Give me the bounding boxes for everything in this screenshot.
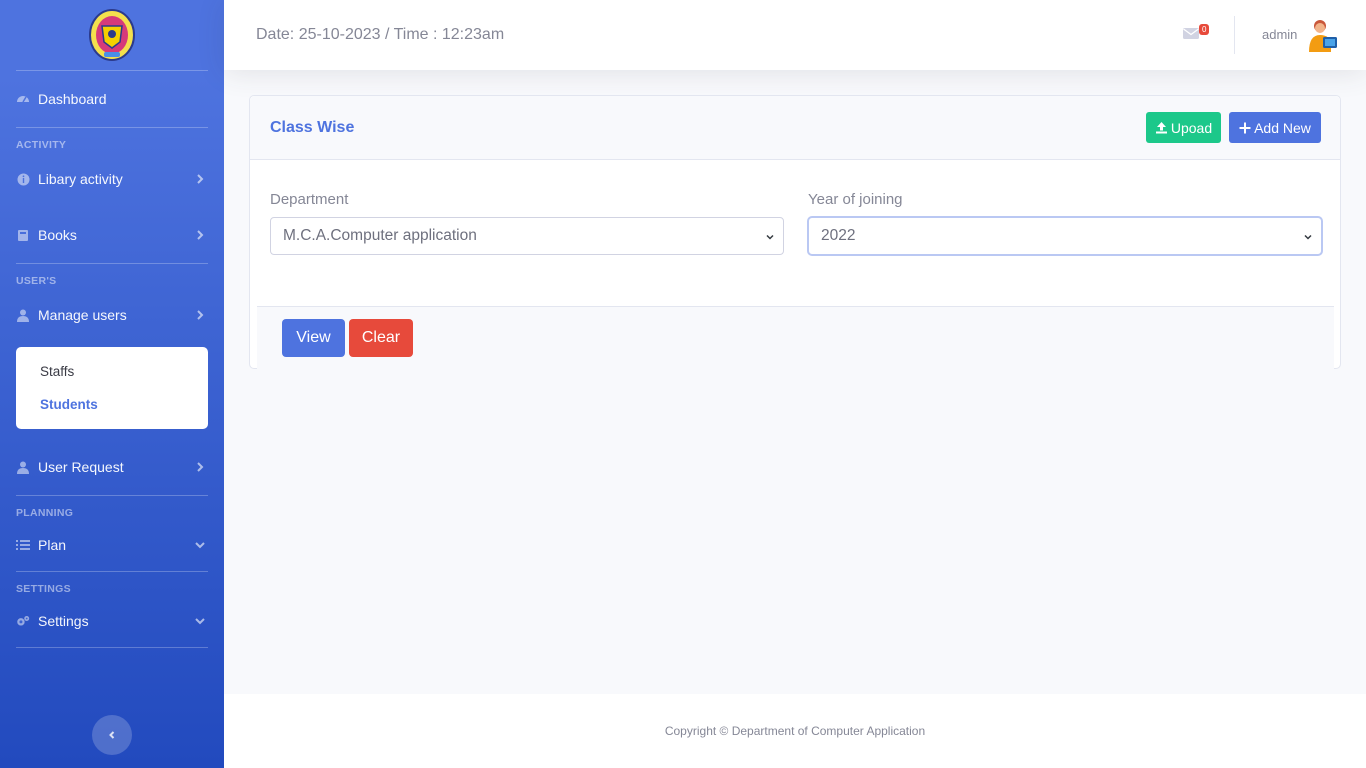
messages-count-badge: 0 xyxy=(1199,24,1210,35)
brand[interactable] xyxy=(0,0,224,70)
chevron-down-icon xyxy=(1304,234,1312,240)
sidebar-item-settings[interactable]: Settings xyxy=(0,595,224,647)
list-icon xyxy=(16,538,30,552)
user-icon xyxy=(16,460,30,474)
chevron-left-icon xyxy=(109,731,115,739)
messages-button[interactable]: 0 xyxy=(1183,24,1210,43)
sidebar-item-label: Plan xyxy=(38,537,67,553)
sidebar-divider xyxy=(16,647,208,648)
card-header: Class Wise Upoad Add New xyxy=(250,96,1340,160)
sidebar: Dashboard ACTIVITY Libary activity Books… xyxy=(0,0,224,768)
card-title: Class Wise xyxy=(270,118,355,136)
user-avatar[interactable] xyxy=(1306,18,1340,52)
submenu-item-staffs[interactable]: Staffs xyxy=(16,355,208,388)
upload-button[interactable]: Upoad xyxy=(1146,112,1221,143)
info-icon xyxy=(16,172,30,186)
view-button[interactable]: View xyxy=(282,319,345,357)
manage-users-submenu: Staffs Students xyxy=(16,347,208,429)
date-time-display: Date: 25-10-2023 / Time : 12:23am xyxy=(256,26,505,43)
upload-icon xyxy=(1155,121,1168,134)
copyright-text: Copyright © Department of Computer Appli… xyxy=(664,724,926,738)
sidebar-item-plan[interactable]: Plan xyxy=(0,519,224,571)
year-selected-value: 2022 xyxy=(821,227,856,244)
dashboard-icon xyxy=(16,92,30,106)
sidebar-item-user-request[interactable]: User Request xyxy=(0,439,224,495)
chevron-right-icon xyxy=(197,174,204,184)
department-label: Department xyxy=(270,191,349,208)
sidebar-item-books[interactable]: Books xyxy=(0,207,224,263)
sidebar-item-label: Settings xyxy=(38,613,89,629)
sidebar-heading-planning: PLANNING xyxy=(16,507,74,519)
year-of-joining-label: Year of joining xyxy=(808,191,903,208)
book-icon xyxy=(16,228,30,242)
sidebar-heading-users: USER'S xyxy=(16,275,57,287)
sidebar-toggle-button[interactable] xyxy=(92,715,132,755)
department-selected-value: M.C.A.Computer application xyxy=(283,227,477,244)
card-footer: View Clear xyxy=(257,306,1334,369)
sidebar-item-label: Dashboard xyxy=(38,91,107,107)
page-footer: Copyright © Department of Computer Appli… xyxy=(224,694,1366,768)
chevron-down-icon xyxy=(195,542,205,549)
sidebar-item-label: Manage users xyxy=(38,307,127,323)
user-icon xyxy=(16,308,30,322)
upload-button-label: Upoad xyxy=(1170,119,1213,136)
chevron-down-icon xyxy=(766,234,774,240)
department-field-group: Department M.C.A.Computer application xyxy=(270,191,784,255)
sidebar-item-manage-users[interactable]: Manage users xyxy=(0,287,224,343)
year-field-group: Year of joining 2022 xyxy=(808,191,1322,255)
sidebar-heading-activity: ACTIVITY xyxy=(16,139,67,151)
year-of-joining-select[interactable]: 2022 xyxy=(808,217,1322,255)
clear-button[interactable]: Clear xyxy=(349,319,413,357)
topbar: Date: 25-10-2023 / Time : 12:23am 0 admi… xyxy=(224,0,1366,70)
department-select[interactable]: M.C.A.Computer application xyxy=(270,217,784,255)
sidebar-heading-settings: SETTINGS xyxy=(16,583,71,595)
chevron-right-icon xyxy=(197,462,204,472)
submenu-item-students[interactable]: Students xyxy=(16,388,208,421)
chevron-right-icon xyxy=(197,310,204,320)
add-new-button[interactable]: Add New xyxy=(1229,112,1321,143)
sidebar-item-library-activity[interactable]: Libary activity xyxy=(0,151,224,207)
plus-icon xyxy=(1239,122,1251,134)
user-name[interactable]: admin xyxy=(1262,27,1297,42)
topbar-divider xyxy=(1234,16,1235,54)
sidebar-item-label: Books xyxy=(38,227,77,243)
sidebar-item-label: Libary activity xyxy=(38,171,123,187)
envelope-icon xyxy=(1183,28,1199,39)
chevron-down-icon xyxy=(195,618,205,625)
cogs-icon xyxy=(16,614,30,628)
college-logo xyxy=(89,9,135,61)
add-new-button-label: Add New xyxy=(1254,119,1311,136)
chevron-right-icon xyxy=(197,230,204,240)
sidebar-item-label: User Request xyxy=(38,459,124,475)
sidebar-item-dashboard[interactable]: Dashboard xyxy=(0,71,224,127)
class-wise-card: Class Wise Upoad Add New Department M.C.… xyxy=(249,95,1341,369)
